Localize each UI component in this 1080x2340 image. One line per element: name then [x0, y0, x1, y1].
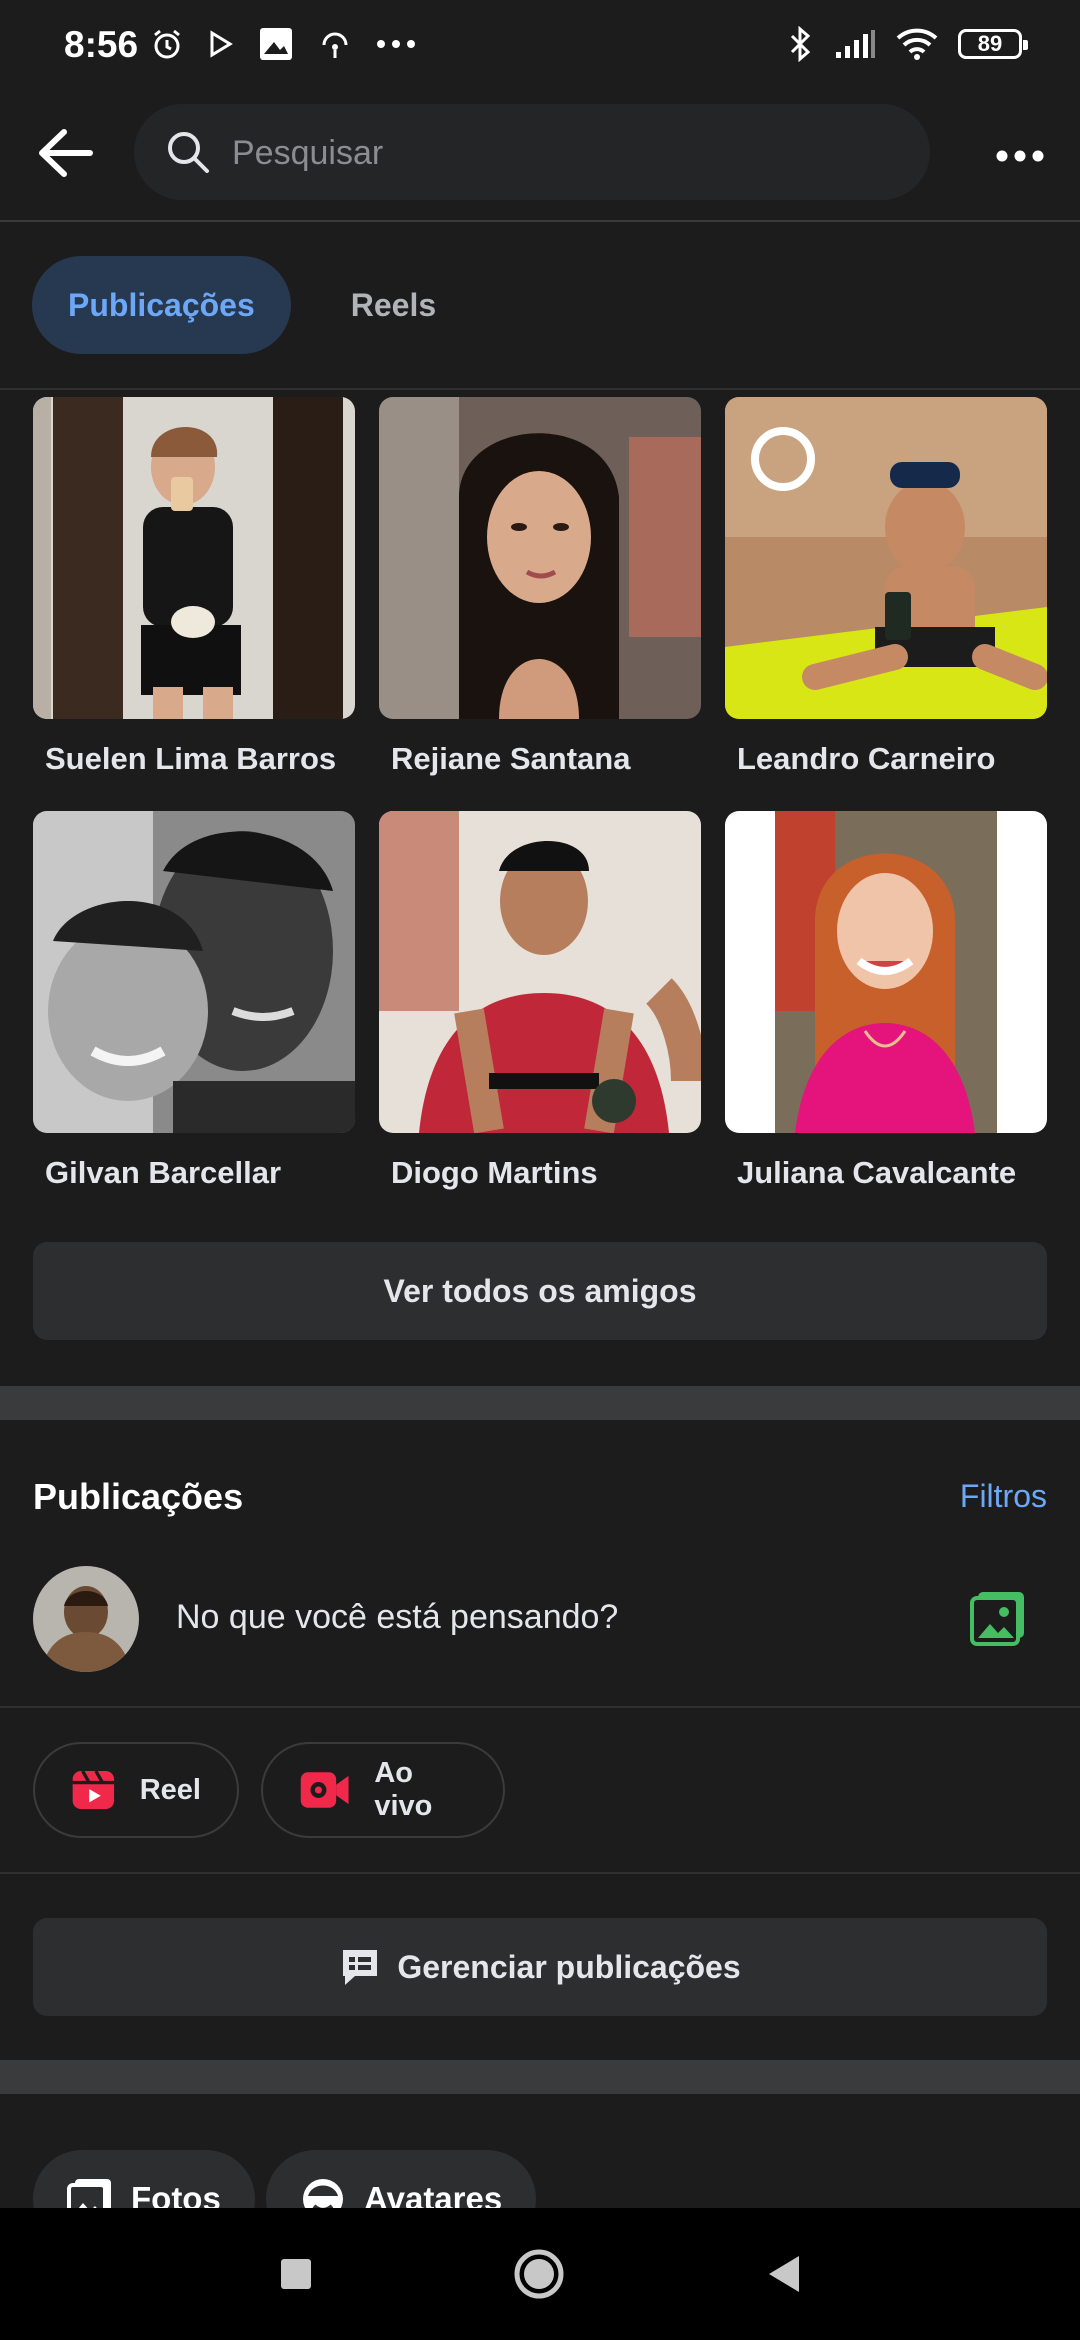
battery-indicator: 89: [958, 29, 1028, 59]
create-reel-button[interactable]: Reel: [33, 1742, 239, 1838]
reel-icon: [72, 1770, 115, 1810]
friend-photo[interactable]: [33, 811, 355, 1133]
friend-card[interactable]: Suelen Lima Barros: [33, 397, 355, 777]
reel-label: Reel: [139, 1773, 201, 1806]
friend-card[interactable]: Gilvan Barcellar: [33, 811, 355, 1191]
tab-publicacoes[interactable]: Publicações: [32, 256, 291, 354]
more-notifications-icon: [377, 40, 415, 48]
actions-divider: [0, 1872, 1080, 1874]
friend-photo[interactable]: [725, 811, 1047, 1133]
manage-posts-icon: [343, 1950, 378, 1985]
top-bar: [0, 96, 1080, 220]
search-box[interactable]: [134, 104, 930, 200]
friend-photo[interactable]: [33, 397, 355, 719]
gallery-app-icon: [260, 28, 292, 60]
section-separator: [0, 2060, 1080, 2094]
manage-posts-label: Gerenciar publicações: [397, 1948, 741, 1985]
composer-prompt[interactable]: No que você está pensando?: [176, 1598, 618, 1637]
bluetooth-icon: [790, 26, 811, 62]
status-time: 8:56: [64, 24, 139, 65]
friend-photo[interactable]: [379, 811, 701, 1133]
back-arrow-icon: [39, 129, 93, 177]
manage-posts-button[interactable]: Gerenciar publicações: [33, 1918, 1047, 2016]
more-horizontal-icon: [996, 150, 1044, 162]
friend-name[interactable]: Diogo Martins: [379, 1155, 701, 1191]
tabs-divider: [0, 388, 1080, 390]
back-nav-icon[interactable]: [765, 2254, 801, 2294]
friend-photo[interactable]: [725, 397, 1047, 719]
back-button[interactable]: [30, 118, 100, 188]
wifi-icon: [896, 28, 938, 60]
hotspot-icon: [322, 32, 348, 58]
friend-card[interactable]: Diogo Martins: [379, 811, 701, 1191]
friend-card[interactable]: Juliana Cavalcante: [725, 811, 1047, 1191]
avatar[interactable]: [33, 1566, 139, 1672]
notification-icons: [150, 26, 416, 62]
photo-icon: [970, 1592, 1024, 1646]
recent-apps-icon[interactable]: [279, 2257, 313, 2291]
alarm-icon: [154, 29, 180, 59]
search-input[interactable]: [230, 126, 874, 180]
signal-icon: [836, 30, 875, 58]
more-options-button[interactable]: [990, 126, 1050, 186]
friend-name[interactable]: Suelen Lima Barros: [33, 741, 355, 777]
see-all-friends-button[interactable]: Ver todos os amigos: [33, 1242, 1047, 1340]
system-navigation-bar: [0, 2208, 1080, 2340]
friend-card[interactable]: Rejiane Santana: [379, 397, 701, 777]
friend-name[interactable]: Juliana Cavalcante: [725, 1155, 1047, 1191]
live-video-icon: [300, 1772, 349, 1808]
home-icon[interactable]: [513, 2248, 565, 2300]
friend-name[interactable]: Leandro Carneiro: [725, 741, 1047, 777]
friend-card[interactable]: Leandro Carneiro: [725, 397, 1047, 777]
friend-name[interactable]: Gilvan Barcellar: [33, 1155, 355, 1191]
composer-divider: [0, 1706, 1080, 1708]
filters-link[interactable]: Filtros: [960, 1478, 1047, 1515]
posts-section-title: Publicações: [33, 1476, 244, 1517]
header-divider: [0, 220, 1080, 222]
friend-name[interactable]: Rejiane Santana: [379, 741, 701, 777]
live-label: Ao vivo: [374, 1757, 433, 1822]
content-tabs: Publicações Reels: [32, 256, 472, 354]
go-live-button[interactable]: Ao vivo: [261, 1742, 505, 1838]
status-bar: 8:56 89: [0, 0, 1080, 96]
friend-photo[interactable]: [379, 397, 701, 719]
section-separator: [0, 1386, 1080, 1420]
system-icons: 89: [788, 26, 1028, 62]
friends-grid: Suelen Lima Barros Rejiane Santana Leand…: [33, 397, 1047, 1191]
play-store-icon: [210, 30, 233, 58]
search-icon: [168, 132, 209, 173]
add-photo-button[interactable]: [970, 1590, 1028, 1651]
tab-reels[interactable]: Reels: [315, 256, 472, 354]
